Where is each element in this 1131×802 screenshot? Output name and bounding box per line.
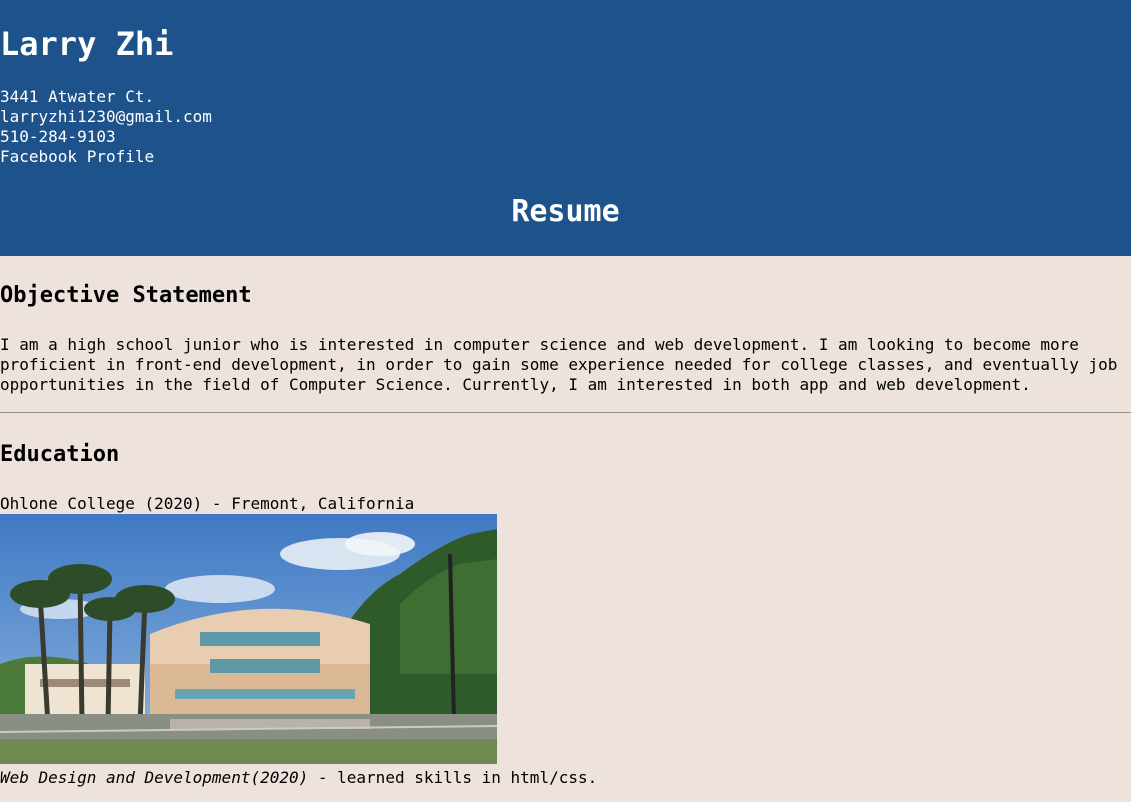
- course-description: - learned skills in html/css.: [308, 768, 598, 787]
- objective-heading: Objective Statement: [0, 283, 252, 308]
- college-photo: [0, 514, 497, 764]
- education-heading: Education: [0, 442, 120, 467]
- email-text: larryzhi1230@gmail.com: [0, 107, 212, 126]
- header-banner: Larry Zhi 3441 Atwater Ct. larryzhi1230@…: [0, 0, 1131, 256]
- page-title: Resume: [511, 194, 620, 229]
- objective-text: I am a high school junior who is interes…: [0, 335, 1118, 394]
- contact-info: 3441 Atwater Ct. larryzhi1230@gmail.com …: [0, 87, 212, 167]
- person-name: Larry Zhi: [0, 25, 174, 63]
- section-divider: [0, 412, 1131, 413]
- facebook-profile-link[interactable]: Facebook Profile: [0, 147, 154, 166]
- phone-text: 510-284-9103: [0, 127, 116, 146]
- course-entry: Web Design and Development(2020) - learn…: [0, 768, 597, 788]
- address-text: 3441 Atwater Ct.: [0, 87, 155, 106]
- course-title: Web Design and Development(2020): [0, 768, 309, 787]
- school-text: Ohlone College (2020) - Fremont, Califor…: [0, 494, 415, 513]
